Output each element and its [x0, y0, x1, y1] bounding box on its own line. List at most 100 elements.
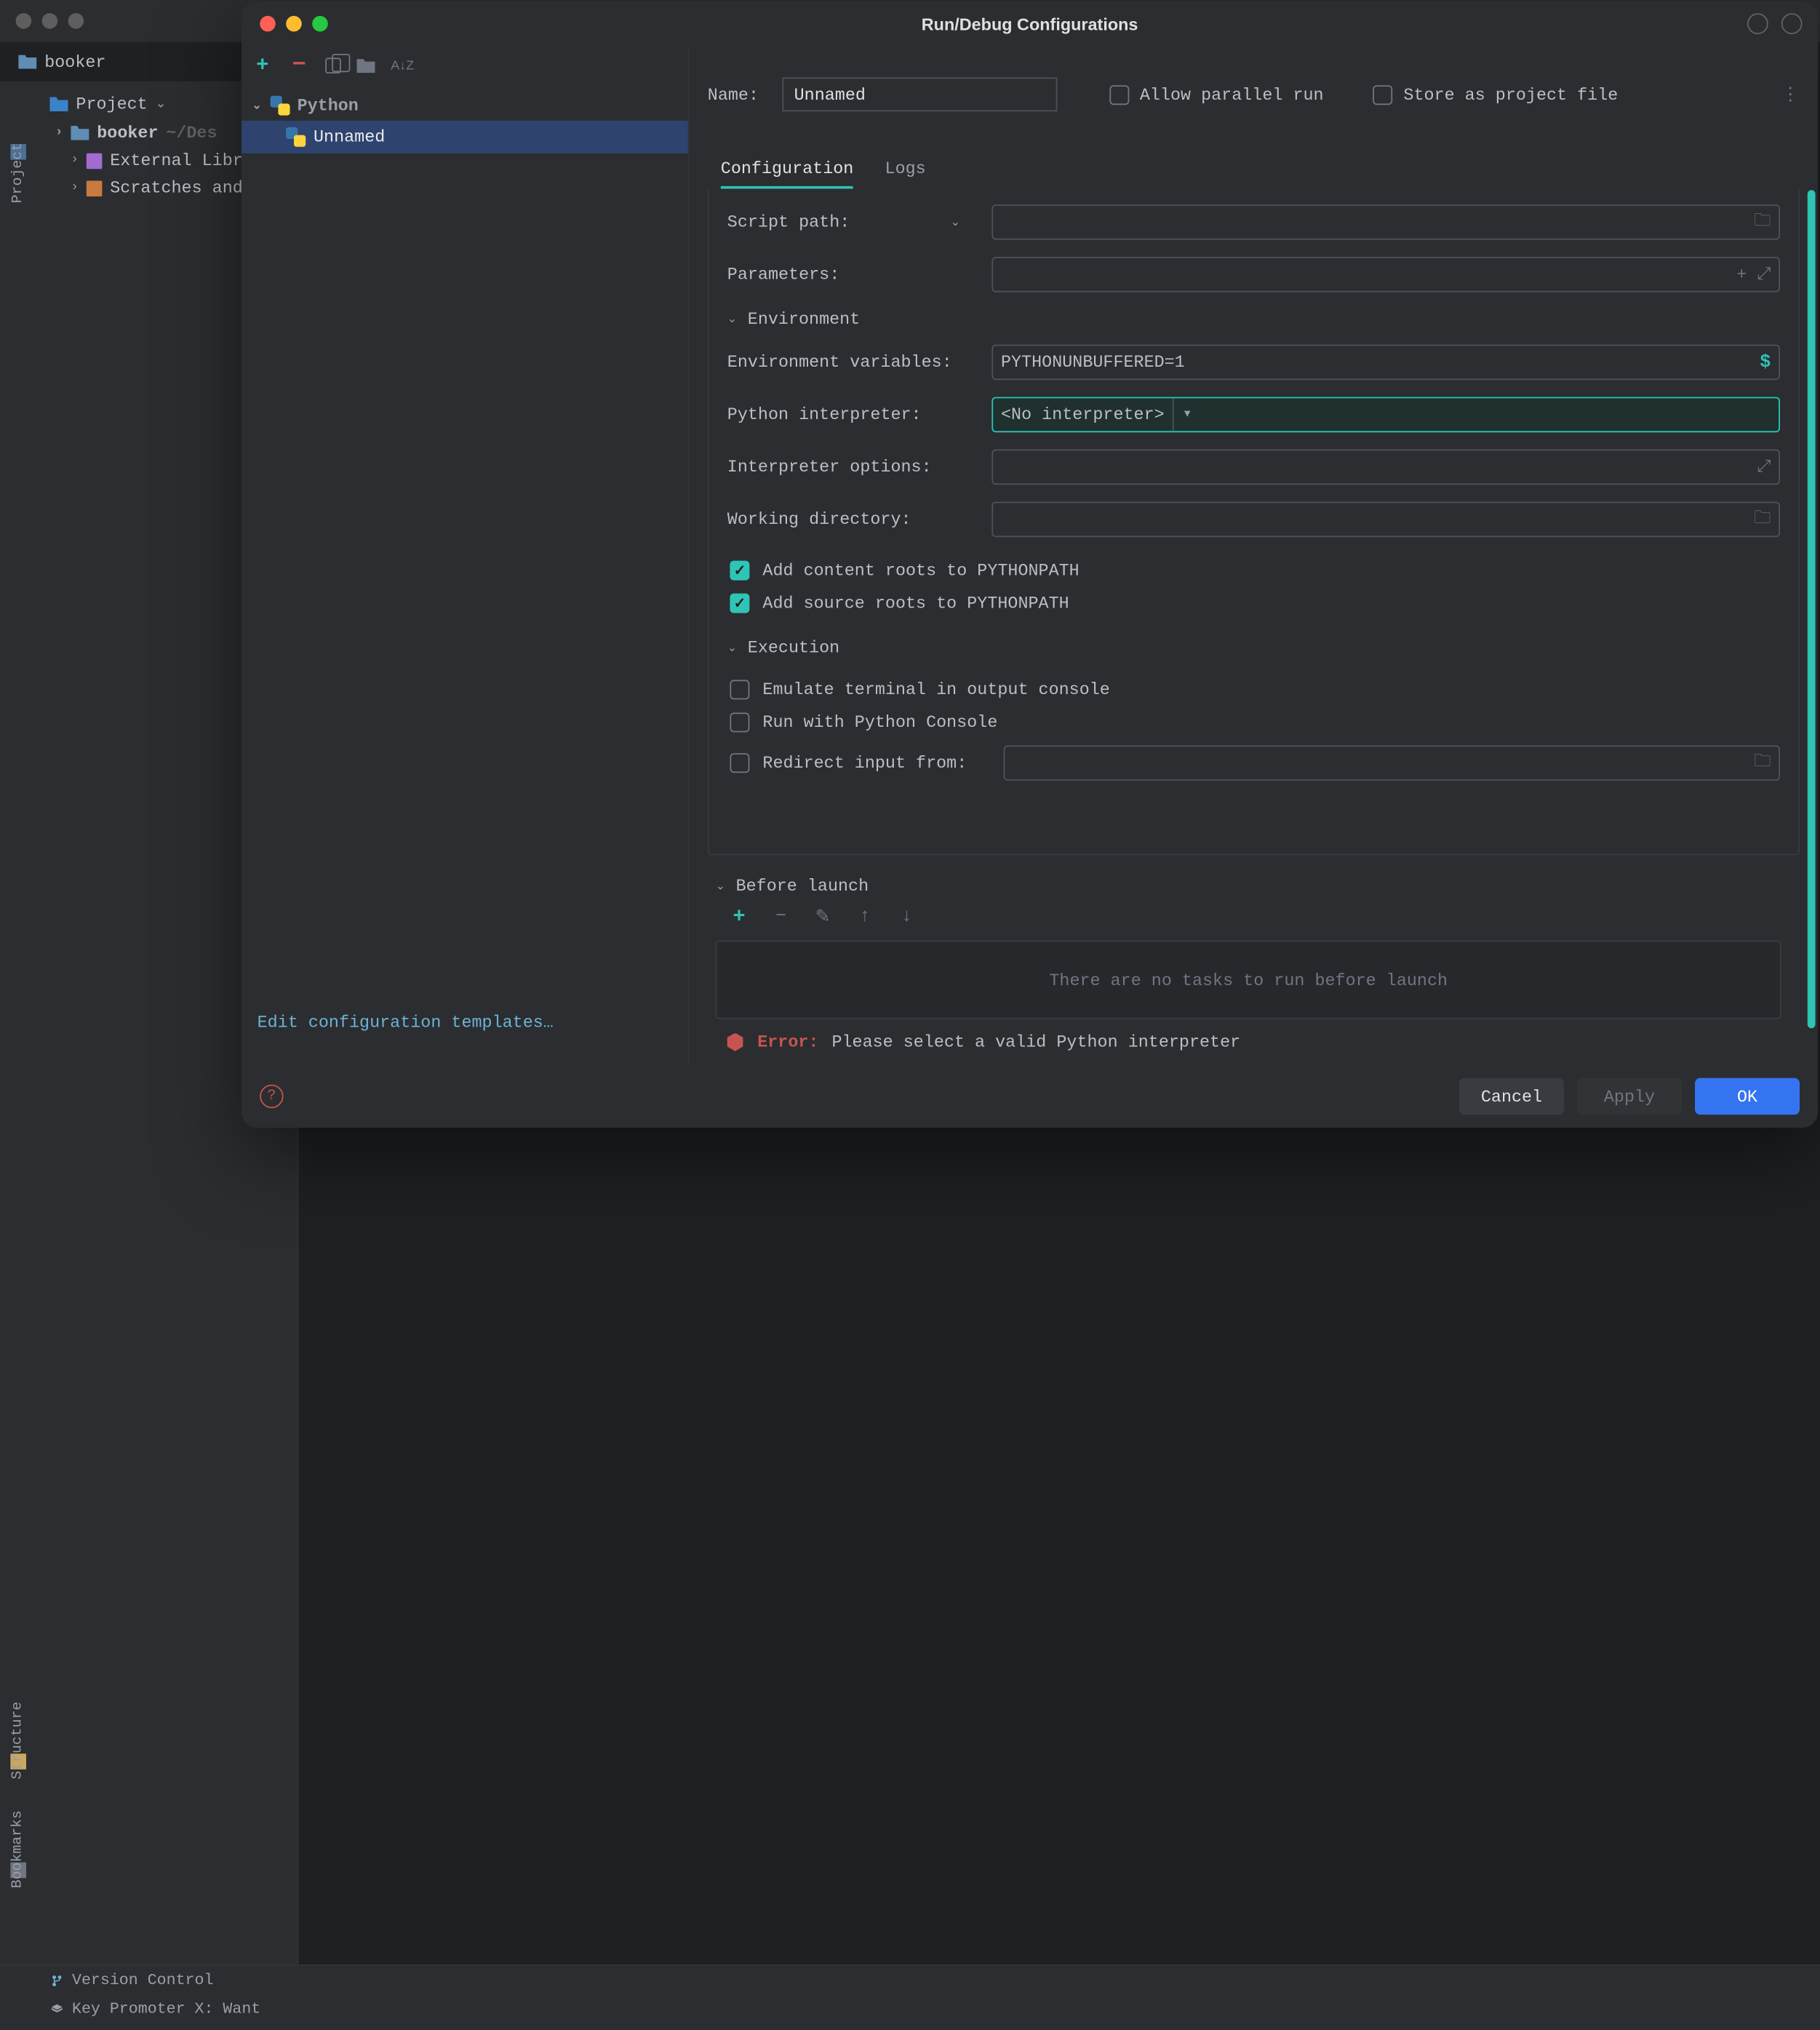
edit-templates-link[interactable]: Edit configuration templates…: [242, 987, 688, 1065]
run-console-checkbox[interactable]: [730, 712, 749, 732]
cancel-button[interactable]: Cancel: [1459, 1078, 1564, 1115]
interpreter-label: Python interpreter:: [727, 405, 976, 424]
new-folder-button[interactable]: [356, 58, 375, 73]
working-dir-label: Working directory:: [727, 509, 976, 529]
more-options-icon[interactable]: ⋮: [1781, 84, 1800, 106]
python-icon: [286, 127, 306, 147]
apply-button[interactable]: Apply: [1577, 1078, 1682, 1115]
browse-folder-icon[interactable]: 🗀: [1754, 208, 1771, 237]
emulate-label: Emulate terminal in output console: [762, 680, 1109, 699]
interp-opts-label: Interpreter options:: [727, 457, 976, 477]
name-input[interactable]: [782, 77, 1057, 111]
move-up-button[interactable]: ↑: [854, 907, 875, 928]
chevron-down-icon[interactable]: ⌄: [951, 215, 961, 228]
mac-min-dummy: [42, 13, 58, 29]
before-launch-toolbar: + − ✎ ↑ ↓: [716, 899, 1781, 941]
interpreter-select[interactable]: <No interpreter> ▼: [991, 397, 1780, 433]
store-file-checkbox[interactable]: [1373, 84, 1393, 104]
settings-icon[interactable]: [1781, 13, 1803, 34]
error-prefix: Error:: [757, 1032, 818, 1052]
move-down-button[interactable]: ↓: [896, 907, 917, 928]
breadcrumb-project: booker: [44, 52, 105, 71]
rail-project[interactable]: Project: [10, 143, 26, 203]
config-group-label: Python: [298, 96, 359, 116]
execution-section[interactable]: ⌄ Execution: [727, 638, 1780, 658]
form-scroll-region[interactable]: Script path: ⌄ 🗀 Parameters: + ⤢: [708, 188, 1800, 855]
parallel-run-option[interactable]: Allow parallel run: [1109, 84, 1323, 104]
remove-task-button[interactable]: −: [770, 907, 791, 928]
expand-icon[interactable]: ⤢: [1757, 457, 1771, 477]
key-promoter-status: Key Promoter X: Want: [72, 2000, 260, 2018]
reload-icon[interactable]: [1747, 13, 1768, 34]
run-console-option[interactable]: Run with Python Console: [727, 706, 1780, 739]
external-libs-label: External Libr: [110, 151, 243, 170]
mac-close-dummy: [16, 13, 32, 29]
redirect-input-path[interactable]: 🗀: [1004, 745, 1780, 781]
env-vars-input[interactable]: PYTHONUNBUFFERED=1 $: [991, 345, 1780, 381]
redirect-input-option[interactable]: Redirect input from: 🗀: [727, 739, 1780, 787]
environment-section[interactable]: ⌄ Environment: [727, 309, 1780, 329]
copy-config-button[interactable]: [325, 57, 341, 73]
execution-label: Execution: [748, 638, 839, 658]
config-tree[interactable]: ⌄ Python Unnamed: [242, 85, 688, 986]
run-debug-dialog: Run/Debug Configurations + − A↓Z ⌄ Pytho…: [242, 1, 1818, 1128]
parallel-run-label: Allow parallel run: [1140, 84, 1324, 104]
add-task-button[interactable]: +: [729, 907, 750, 928]
chevron-down-icon: ⌄: [252, 99, 262, 112]
before-launch-section[interactable]: ⌄ Before launch: [716, 876, 1781, 896]
chevron-right-icon: ›: [71, 180, 79, 195]
config-group-python[interactable]: ⌄ Python: [242, 90, 688, 120]
add-config-button[interactable]: +: [252, 55, 273, 76]
error-message: Please select a valid Python interpreter: [831, 1032, 1240, 1052]
run-console-label: Run with Python Console: [762, 712, 997, 732]
status-bar: Version Control Key Promoter X: Want: [0, 1965, 1820, 2030]
vertical-scrollbar[interactable]: [1808, 190, 1816, 1028]
environment-label: Environment: [748, 309, 860, 329]
window-zoom-button[interactable]: [312, 16, 328, 32]
version-control-status[interactable]: Version Control: [72, 1971, 213, 1989]
help-button[interactable]: ?: [260, 1085, 283, 1108]
window-minimize-button[interactable]: [286, 16, 302, 32]
name-label: Name:: [708, 84, 759, 104]
browse-folder-icon[interactable]: 🗀: [1754, 749, 1771, 778]
add-source-roots-option[interactable]: Add source roots to PYTHONPATH: [727, 587, 1780, 620]
parallel-run-checkbox[interactable]: [1109, 84, 1129, 104]
branch-icon: [49, 1973, 64, 1988]
chevron-right-icon: ›: [55, 126, 63, 140]
add-content-roots-checkbox[interactable]: [730, 561, 749, 581]
parameters-label: Parameters:: [727, 265, 976, 284]
add-source-label: Add source roots to PYTHONPATH: [762, 594, 1069, 613]
tab-configuration[interactable]: Configuration: [721, 151, 854, 188]
chevron-down-icon: ⌄: [716, 880, 726, 893]
window-close-button[interactable]: [260, 16, 276, 32]
scratches-label: Scratches and: [110, 178, 243, 198]
interp-opts-input[interactable]: ⤢: [991, 450, 1780, 485]
remove-config-button[interactable]: −: [289, 55, 310, 76]
sort-button[interactable]: A↓Z: [391, 58, 414, 73]
browse-folder-icon[interactable]: 🗀: [1754, 505, 1771, 534]
parameters-input[interactable]: + ⤢: [991, 257, 1780, 292]
interpreter-dropdown-button[interactable]: ▼: [1172, 398, 1201, 431]
config-item-label: Unnamed: [314, 127, 385, 147]
store-file-option[interactable]: Store as project file: [1373, 84, 1618, 104]
add-content-roots-option[interactable]: Add content roots to PYTHONPATH: [727, 554, 1780, 587]
rail-bookmarks[interactable]: Bookmarks: [10, 1810, 26, 1888]
store-file-label: Store as project file: [1403, 84, 1618, 104]
ok-button[interactable]: OK: [1695, 1078, 1800, 1115]
emulate-terminal-option[interactable]: Emulate terminal in output console: [727, 673, 1780, 706]
expand-icon[interactable]: ⤢: [1757, 265, 1771, 284]
plus-icon[interactable]: +: [1736, 265, 1747, 284]
env-edit-icon[interactable]: $: [1760, 352, 1771, 373]
script-path-input[interactable]: 🗀: [991, 204, 1780, 240]
edit-task-button[interactable]: ✎: [813, 907, 834, 928]
env-vars-value: PYTHONUNBUFFERED=1: [1001, 352, 1185, 372]
folder-icon: [18, 55, 36, 69]
dialog-titlebar[interactable]: Run/Debug Configurations: [242, 1, 1818, 46]
rail-structure[interactable]: Structure: [10, 1702, 26, 1780]
working-dir-input[interactable]: 🗀: [991, 502, 1780, 538]
add-source-roots-checkbox[interactable]: [730, 594, 749, 613]
emulate-terminal-checkbox[interactable]: [730, 680, 749, 699]
redirect-input-checkbox[interactable]: [730, 753, 749, 773]
tab-logs[interactable]: Logs: [885, 151, 926, 188]
config-item-unnamed[interactable]: Unnamed: [242, 121, 688, 154]
